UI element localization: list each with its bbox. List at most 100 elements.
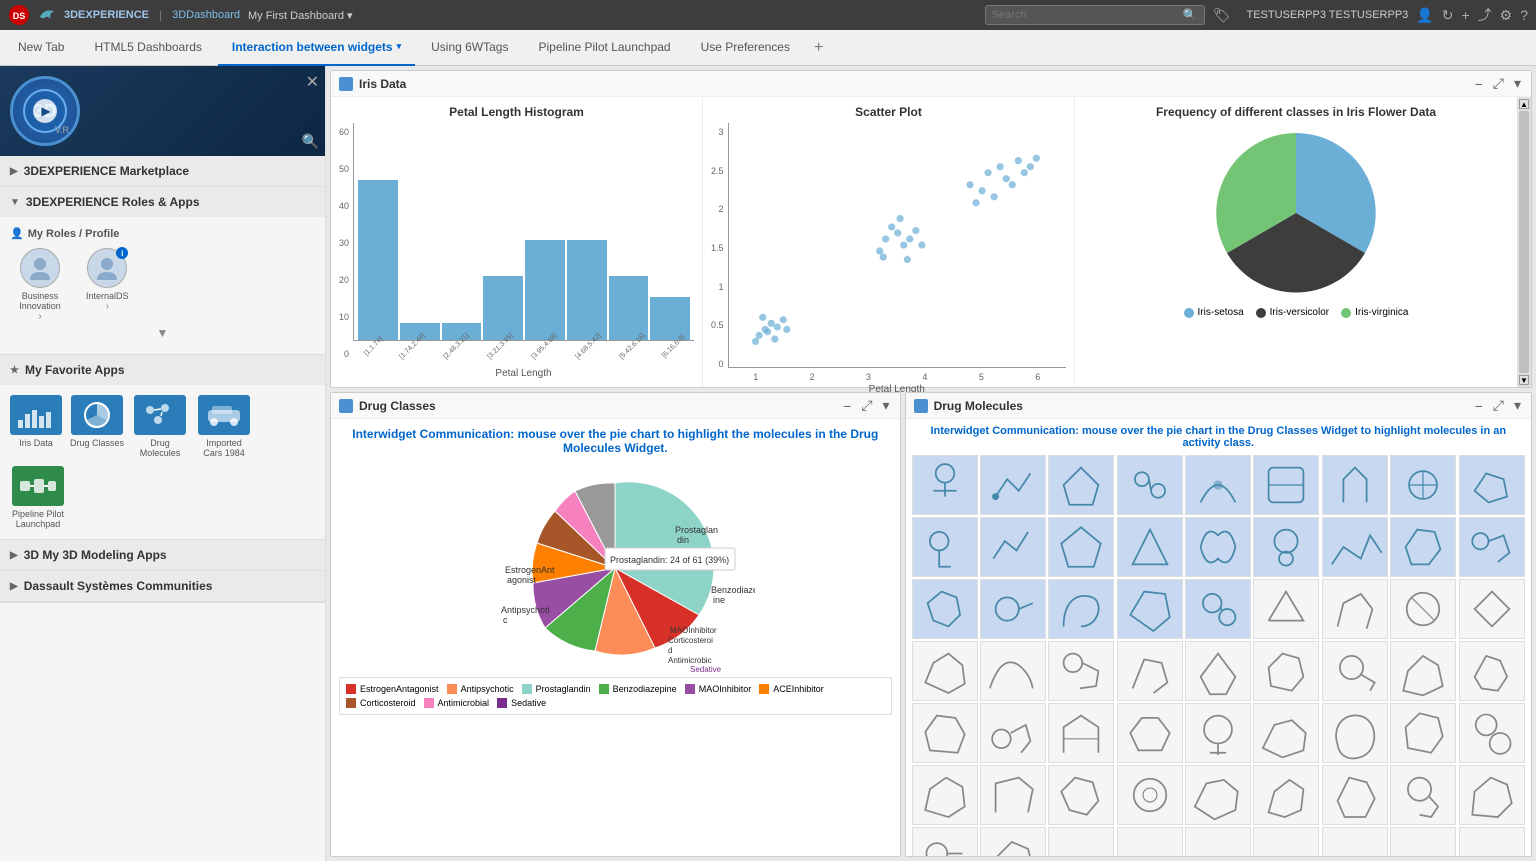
tab-new-tab[interactable]: New Tab [4,30,78,66]
share-icon[interactable]: ⤴ [1478,5,1492,25]
drug-classes-dropdown-btn[interactable]: ▾ [881,397,892,414]
app-iris-data[interactable]: Iris Data [10,395,62,458]
maoinhibitor-color [685,684,695,694]
drug-molecules-dropdown-btn[interactable]: ▾ [1512,397,1523,414]
mol-cell-40 [1117,703,1183,763]
histogram-bars [353,123,694,341]
tab-preferences[interactable]: Use Preferences [687,30,804,66]
iris-scrollbar[interactable]: ▲ ▼ [1517,97,1531,387]
profile-item-business[interactable]: Business Innovation › [10,248,70,322]
apps-icon[interactable]: ⚙ [1500,7,1513,24]
estrogen-color [346,684,356,694]
roles-section: ▼ 3DEXPERIENCE Roles & Apps 👤 My Roles /… [0,187,325,603]
sidebar-close-btn[interactable]: ✕ [306,72,319,92]
mol-cell-38 [980,703,1046,763]
user-avatar-icon[interactable]: 👤 [1416,7,1433,24]
app-drug-classes[interactable]: Drug Classes [70,395,124,458]
mol-cell-54 [1459,765,1525,825]
tab-dropdown-icon[interactable]: ▾ [397,41,402,52]
bookmark-icon[interactable]: 🏷 [1213,7,1231,24]
communities-header[interactable]: ▶ Dassault Systèmes Communities [0,571,325,601]
mol-cell-25 [1322,579,1388,639]
main-content: Iris Data − ⤢ ▾ Petal Length Histogram 6… [326,66,1536,861]
help-icon[interactable]: ? [1520,7,1528,23]
sidebar-header: 3D V.R ▶ ✕ 🔍 [0,66,325,156]
mol-cell-63 [1459,827,1525,856]
histogram-chart-area: 60 50 40 30 20 10 0 [339,123,694,379]
modeling-apps-header[interactable]: ▶ 3D My 3D Modeling Apps [0,540,325,570]
ds-logo-icon: DS [8,4,30,26]
legend-benzodiazepine: Benzodiazepine [599,684,677,694]
drug-classes-svg: Prostaglan din Benzodiazep ine Antipsych… [475,463,755,673]
drug-classes-title: Drug Classes [359,399,835,413]
mol-cell-14 [1185,517,1251,577]
app-icons-list: Iris Data Drug Classes [10,395,315,529]
section-label: 3DDashboard [172,9,240,21]
profile-arrow-2: › [106,301,109,312]
brand-label: 3DEXPERIENCE [64,9,149,21]
add-tab-button[interactable]: + [806,39,831,57]
profile-item-internal[interactable]: i InternalDS › [86,248,129,322]
mol-cell-3 [1048,455,1114,515]
iris-expand-btn[interactable]: ⤢ [1491,75,1506,92]
mol-cell-1 [912,455,978,515]
svg-text:Prostaglandin: 24 of 61 (39%): Prostaglandin: 24 of 61 (39%) [610,555,729,565]
drug-classes-widget: Drug Classes − ⤢ ▾ Interwidget Communica… [330,392,901,857]
dashboard-name[interactable]: My First Dashboard ▾ [248,9,353,22]
scroll-down-btn[interactable]: ▼ [1519,375,1529,385]
imported-cars-icon [198,395,250,435]
tab-pipeline[interactable]: Pipeline Pilot Launchpad [524,30,684,66]
sidebar: 3D V.R ▶ ✕ 🔍 ▶ 3DEXPERIENCE Marketplace [0,66,326,861]
scroll-up-btn[interactable]: ▲ [1519,99,1529,109]
app-pipeline[interactable]: Pipeline Pilot Launchpad [10,466,66,529]
main-layout: 3D V.R ▶ ✕ 🔍 ▶ 3DEXPERIENCE Marketplace [0,66,1536,861]
chevron-right-community-icon: ▶ [10,581,18,592]
app-imported-cars[interactable]: Imported Cars 1984 [196,395,252,458]
mol-cell-11 [980,517,1046,577]
setosa-dot [1184,308,1194,318]
drug-molecules-minimize-btn[interactable]: − [1473,398,1485,414]
iris-widget: Iris Data − ⤢ ▾ Petal Length Histogram 6… [330,70,1532,388]
sidebar-search-btn[interactable]: 🔍 [302,133,319,150]
drug-classes-minimize-btn[interactable]: − [841,398,853,414]
username-label: TESTUSERPP3 TESTUSERPP3 [1246,9,1408,21]
iris-dropdown-btn[interactable]: ▾ [1512,75,1523,92]
tab-interaction[interactable]: Interaction between widgets ▾ [218,30,415,66]
svg-text:DS: DS [13,11,26,21]
mol-cell-56 [980,827,1046,856]
favorite-apps-header[interactable]: ★ My Favorite Apps [0,355,325,385]
mol-cell-17 [1390,517,1456,577]
marketplace-header[interactable]: ▶ 3DEXPERIENCE Marketplace [0,156,325,186]
iris-pie-legend: Iris-setosa Iris-versicolor Iris-virgini… [1184,307,1409,318]
expand-profiles-btn[interactable]: ▼ [10,322,315,344]
search-box[interactable]: 🔍 [985,5,1205,25]
drug-molecules-icon [134,395,186,435]
drug-classes-message: Interwidget Communication: mouse over th… [339,427,892,455]
tab-html5[interactable]: HTML5 Dashboards [80,30,215,66]
drug-molecules-expand-btn[interactable]: ⤢ [1491,397,1506,414]
ds-3d-logo[interactable]: 3D V.R ▶ [10,76,80,146]
drug-classes-expand-btn[interactable]: ⤢ [859,397,874,414]
versicolor-label: Iris-versicolor [1270,307,1329,318]
app-drug-molecules[interactable]: Drug Molecules [132,395,188,458]
roles-header[interactable]: ▼ 3DEXPERIENCE Roles & Apps [0,187,325,217]
mol-cell-57 [1048,827,1114,856]
mol-cell-61 [1322,827,1388,856]
svg-text:ine: ine [713,595,725,605]
drug-classes-header: Drug Classes − ⤢ ▾ [331,393,900,419]
scatter-panel: Scatter Plot 3 2.5 2 1.5 1 0.5 0 [703,97,1075,387]
legend-prostaglandin: Prostaglandin [522,684,591,694]
notifications-icon[interactable]: ↻ [1442,7,1454,24]
search-input[interactable] [992,9,1183,21]
iris-minimize-btn[interactable]: − [1473,76,1485,92]
drug-classes-pie-container: Prostaglan din Benzodiazep ine Antipsych… [339,463,892,673]
prostaglandin-color [522,684,532,694]
svg-text:c: c [503,615,508,625]
legend-antipsychotic: Antipsychotic [447,684,514,694]
svg-text:Corticosteroi: Corticosteroi [668,636,713,645]
tab-6wtags[interactable]: Using 6WTags [417,30,522,66]
drug-molecules-label: Drug Molecules [132,438,188,458]
communities-section: ▶ Dassault Systèmes Communities [0,571,325,602]
iris-charts-row: Petal Length Histogram 60 50 40 30 20 10… [331,97,1531,387]
add-icon[interactable]: + [1461,7,1469,23]
